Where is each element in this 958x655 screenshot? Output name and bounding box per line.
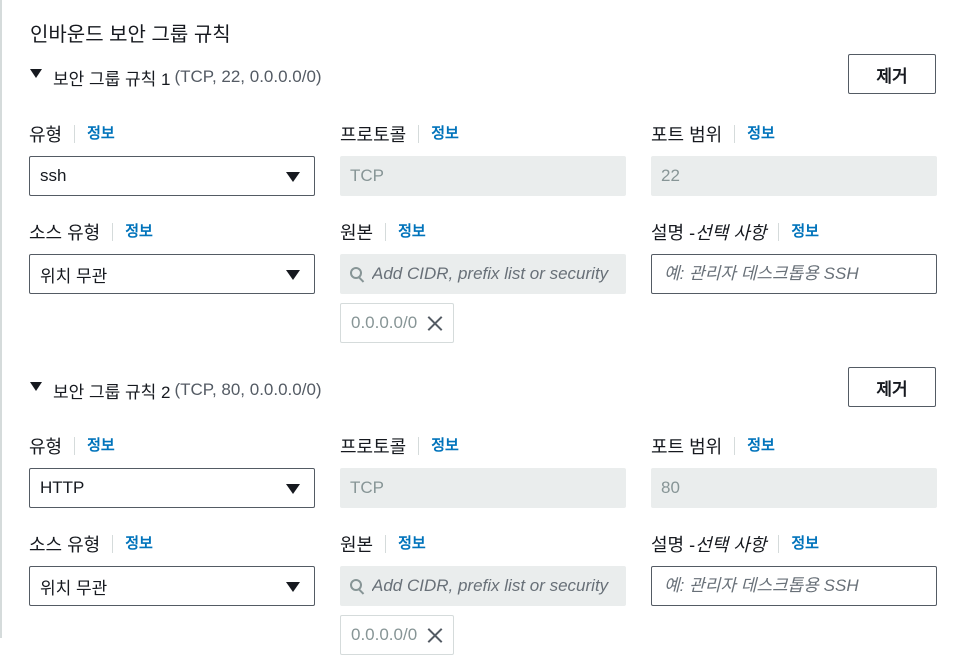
port-range-info-link[interactable]: 정보 xyxy=(734,437,775,455)
type-select[interactable]: HTTP xyxy=(29,468,315,508)
rule-header-toggle[interactable]: 보안 그룹 규칙 1 (TCP, 22, 0.0.0.0/0) xyxy=(30,62,322,92)
port-range-field: 포트 범위 정보 22 xyxy=(651,122,937,196)
type-field: 유형 정보 ssh xyxy=(29,122,315,196)
protocol-field: 프로토콜 정보 TCP xyxy=(340,434,626,508)
remove-button[interactable]: 제거 xyxy=(848,367,936,407)
source-token: 0.0.0.0/0 xyxy=(340,615,455,655)
description-info-link[interactable]: 정보 xyxy=(778,535,819,553)
search-icon xyxy=(350,267,365,283)
caret-down-icon xyxy=(30,381,42,391)
panel-left-border xyxy=(0,0,2,638)
source-type-info-link[interactable]: 정보 xyxy=(112,223,153,241)
type-info-link[interactable]: 정보 xyxy=(74,125,115,143)
protocol-label: 프로토콜 xyxy=(340,437,407,457)
rule-title: 보안 그룹 규칙 1 xyxy=(53,69,171,89)
protocol-label: 프로토콜 xyxy=(340,125,407,145)
source-search-input[interactable] xyxy=(372,576,612,596)
caret-down-icon xyxy=(286,484,300,494)
protocol-readonly: TCP xyxy=(340,468,626,508)
source-type-select-value: 위치 무관 xyxy=(40,578,108,598)
caret-down-icon xyxy=(30,68,42,78)
source-type-select[interactable]: 위치 무관 xyxy=(29,566,315,606)
source-type-field: 소스 유형 정보 위치 무관 xyxy=(29,220,315,294)
source-search xyxy=(340,566,626,606)
source-token: 0.0.0.0/0 xyxy=(340,303,455,343)
rule-summary: (TCP, 22, 0.0.0.0/0) xyxy=(174,67,322,86)
source-token-value: 0.0.0.0/0 xyxy=(351,625,418,644)
source-type-label: 소스 유형 xyxy=(29,535,101,555)
caret-down-icon xyxy=(286,582,300,592)
close-icon[interactable] xyxy=(427,315,443,331)
port-range-label: 포트 범위 xyxy=(651,437,723,457)
description-input-box xyxy=(651,566,937,606)
source-type-field: 소스 유형 정보 위치 무관 xyxy=(29,532,315,606)
type-field: 유형 정보 HTTP xyxy=(29,434,315,508)
description-input-box xyxy=(651,254,937,294)
source-token-value: 0.0.0.0/0 xyxy=(351,313,418,332)
type-select-value: ssh xyxy=(40,166,67,185)
source-field: 원본 정보 xyxy=(340,220,626,294)
type-info-link[interactable]: 정보 xyxy=(74,437,115,455)
description-label: 설명 - xyxy=(651,535,696,555)
port-range-readonly: 22 xyxy=(651,156,937,196)
description-optional-label: 선택 사항 xyxy=(695,535,767,555)
source-info-link[interactable]: 정보 xyxy=(385,223,426,241)
description-label: 설명 - xyxy=(651,223,696,243)
section-title: 인바운드 보안 그룹 규칙 xyxy=(30,24,231,46)
type-label: 유형 xyxy=(29,437,63,457)
description-optional-label: 선택 사항 xyxy=(695,223,767,243)
description-field: 설명 - 선택 사항 정보 xyxy=(651,220,937,294)
caret-down-icon xyxy=(286,172,300,182)
description-input[interactable] xyxy=(664,576,924,596)
search-icon xyxy=(350,579,365,595)
port-range-field: 포트 범위 정보 80 xyxy=(651,434,937,508)
source-info-link[interactable]: 정보 xyxy=(385,535,426,553)
rule-title: 보안 그룹 규칙 2 xyxy=(53,382,171,402)
type-select[interactable]: ssh xyxy=(29,156,315,196)
protocol-info-link[interactable]: 정보 xyxy=(418,125,459,143)
port-range-label: 포트 범위 xyxy=(651,125,723,145)
protocol-field: 프로토콜 정보 TCP xyxy=(340,122,626,196)
source-type-info-link[interactable]: 정보 xyxy=(112,535,153,553)
type-label: 유형 xyxy=(29,125,63,145)
caret-down-icon xyxy=(286,270,300,280)
remove-button[interactable]: 제거 xyxy=(848,54,936,94)
source-type-label: 소스 유형 xyxy=(29,223,101,243)
close-icon[interactable] xyxy=(427,627,443,643)
rule-header-toggle[interactable]: 보안 그룹 규칙 2 (TCP, 80, 0.0.0.0/0) xyxy=(30,375,322,405)
protocol-info-link[interactable]: 정보 xyxy=(418,437,459,455)
source-search-input[interactable] xyxy=(372,264,612,284)
source-label: 원본 xyxy=(340,535,374,555)
description-field: 설명 - 선택 사항 정보 xyxy=(651,532,937,606)
source-label: 원본 xyxy=(340,223,374,243)
source-search xyxy=(340,254,626,294)
source-type-select-value: 위치 무관 xyxy=(40,266,108,286)
source-type-select[interactable]: 위치 무관 xyxy=(29,254,315,294)
rule-summary: (TCP, 80, 0.0.0.0/0) xyxy=(174,380,322,399)
description-input[interactable] xyxy=(664,264,924,284)
source-field: 원본 정보 xyxy=(340,532,626,606)
port-range-info-link[interactable]: 정보 xyxy=(734,125,775,143)
description-info-link[interactable]: 정보 xyxy=(778,223,819,241)
protocol-readonly: TCP xyxy=(340,156,626,196)
type-select-value: HTTP xyxy=(40,478,85,497)
port-range-readonly: 80 xyxy=(651,468,937,508)
